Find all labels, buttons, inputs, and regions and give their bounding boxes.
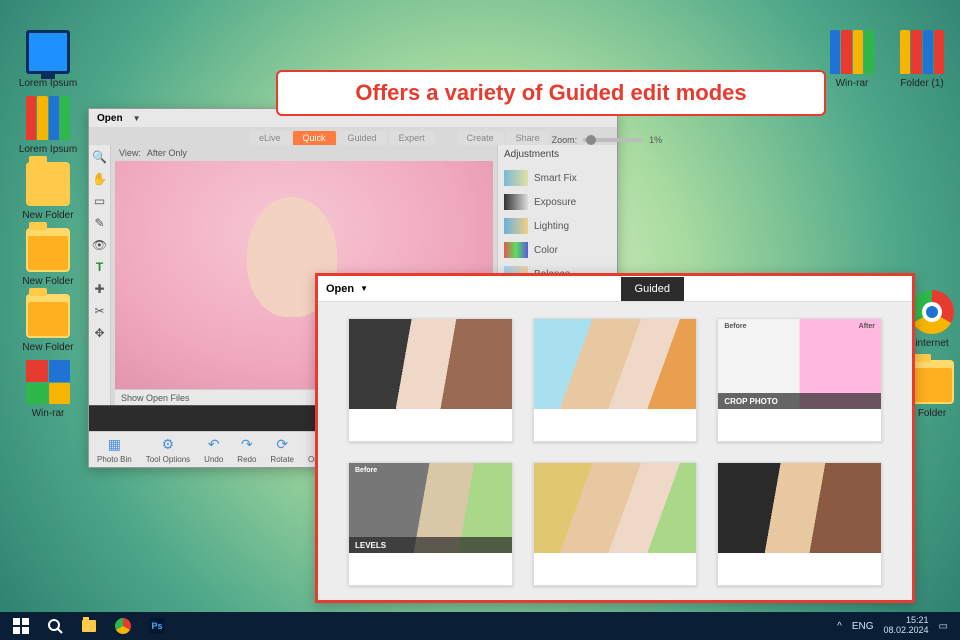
desktop-icon-folder[interactable]: New Folder: [18, 162, 78, 221]
guided-card-levels[interactable]: Before LEVELS: [348, 462, 513, 586]
icon-label: Lorem Ipsum: [18, 78, 78, 89]
icon-label: Win-rar: [822, 78, 882, 89]
desktop-icon-monitor[interactable]: Lorem Ipsum: [18, 30, 78, 89]
guided-tab[interactable]: Guided: [621, 277, 684, 301]
adj-smart-fix[interactable]: Smart Fix: [504, 166, 611, 190]
photo-bin-button[interactable]: ▦Photo Bin: [97, 436, 132, 464]
icon-label: Win-rar: [18, 408, 78, 419]
explorer-button[interactable]: [72, 612, 106, 640]
adj-lighting[interactable]: Lighting: [504, 214, 611, 238]
rotate-button[interactable]: ⟳Rotate: [270, 436, 294, 464]
crop-tool-icon[interactable]: ✂: [92, 303, 108, 319]
text-tool-icon[interactable]: T: [92, 259, 108, 275]
icon-label: New Folder: [18, 342, 78, 353]
folder-open-icon: [26, 294, 70, 338]
hand-tool-icon[interactable]: ✋: [92, 171, 108, 187]
desktop-icon-folder-open[interactable]: New Folder: [18, 228, 78, 287]
desktop-icon-winrar[interactable]: Win-rar: [18, 360, 78, 419]
guided-gallery: Before After CROP PHOTO Before LEVELS: [318, 302, 912, 602]
file-explorer-icon: [82, 620, 96, 632]
binders-icon: [900, 30, 944, 74]
chrome-button[interactable]: [106, 612, 140, 640]
monitor-icon: [26, 30, 70, 74]
folder-open-icon: [26, 228, 70, 272]
after-label: After: [859, 323, 875, 330]
guided-window: Open ▼ Guided Before After CROP PHOTO Be…: [315, 273, 915, 603]
tray-chevron-icon[interactable]: ^: [837, 621, 842, 632]
chevron-down-icon[interactable]: ▼: [360, 284, 368, 293]
tool-options-button[interactable]: ⚙Tool Options: [146, 436, 190, 464]
heal-tool-icon[interactable]: ✚: [92, 281, 108, 297]
binders-icon: [830, 30, 874, 74]
zoom-value: 1%: [649, 135, 662, 145]
language-indicator[interactable]: ENG: [852, 621, 874, 632]
editor-tabs: eLive Quick Guided Expert Create Share Z…: [89, 127, 617, 145]
chrome-icon: [115, 618, 131, 634]
undo-button[interactable]: ↶Undo: [204, 436, 223, 464]
photoshop-icon: Ps: [149, 618, 165, 634]
move-tool-icon[interactable]: ✥: [92, 325, 108, 341]
guided-menubar: Open ▼ Guided: [318, 276, 912, 302]
tab-quick[interactable]: Quick: [293, 131, 336, 145]
zoom-tool-icon[interactable]: 🔍: [92, 149, 108, 165]
tab-expert[interactable]: Expert: [389, 131, 435, 145]
tab-create[interactable]: Create: [457, 131, 504, 145]
guided-card-1[interactable]: [348, 318, 513, 442]
redo-button[interactable]: ↷Redo: [237, 436, 256, 464]
guided-card-2[interactable]: [533, 318, 698, 442]
desktop-icon-binders-2[interactable]: Win-rar: [822, 30, 882, 89]
zoom-control: Zoom: 1%: [552, 135, 663, 145]
eyedropper-icon[interactable]: ✎: [92, 215, 108, 231]
desktop-icon-folder-open2[interactable]: New Folder: [18, 294, 78, 353]
folder-open-icon: [910, 360, 954, 404]
feature-callout: Offers a variety of Guided edit modes: [276, 70, 826, 116]
notifications-icon[interactable]: ▭: [939, 621, 948, 632]
view-value[interactable]: After Only: [147, 148, 187, 158]
tab-elive[interactable]: eLive: [249, 131, 291, 145]
guided-card-6[interactable]: [717, 462, 882, 586]
zoom-label: Zoom:: [552, 135, 578, 145]
start-button[interactable]: [4, 612, 38, 640]
adjustments-title: Adjustments: [504, 149, 611, 160]
adj-exposure[interactable]: Exposure: [504, 190, 611, 214]
search-button[interactable]: [38, 612, 72, 640]
redeye-tool-icon[interactable]: 👁: [92, 237, 108, 253]
card-strip: LEVELS: [349, 537, 512, 553]
zoom-slider[interactable]: [583, 138, 643, 142]
menu-open[interactable]: Open: [97, 113, 123, 124]
clock[interactable]: 15:21 08.02.2024: [884, 616, 929, 636]
desktop-icon-binders-3[interactable]: Folder (1): [892, 30, 952, 89]
guided-card-crop[interactable]: Before After CROP PHOTO: [717, 318, 882, 442]
select-tool-icon[interactable]: ▭: [92, 193, 108, 209]
binders-icon: [26, 96, 70, 140]
taskbar: Ps ^ ENG 15:21 08.02.2024 ▭: [0, 612, 960, 640]
tool-strip: 🔍 ✋ ▭ ✎ 👁 T ✚ ✂ ✥: [89, 145, 111, 405]
icon-label: New Folder: [18, 210, 78, 221]
photoshop-button[interactable]: Ps: [140, 612, 174, 640]
guided-card-5[interactable]: [533, 462, 698, 586]
view-label: View:: [119, 148, 141, 158]
before-label: Before: [355, 467, 377, 474]
tab-guided[interactable]: Guided: [338, 131, 387, 145]
icon-label: Lorem Ipsum: [18, 144, 78, 155]
guided-open[interactable]: Open: [326, 283, 354, 295]
winrar-icon: [26, 360, 70, 404]
desktop-icon-binders[interactable]: Lorem Ipsum: [18, 96, 78, 155]
before-label: Before: [724, 323, 746, 330]
card-strip: CROP PHOTO: [718, 393, 881, 409]
tab-share[interactable]: Share: [506, 131, 550, 145]
chevron-down-icon[interactable]: ▼: [133, 114, 141, 123]
icon-label: Folder (1): [892, 78, 952, 89]
adj-color[interactable]: Color: [504, 238, 611, 262]
icon-label: New Folder: [18, 276, 78, 287]
folder-icon: [26, 162, 70, 206]
chrome-icon: [910, 290, 954, 334]
